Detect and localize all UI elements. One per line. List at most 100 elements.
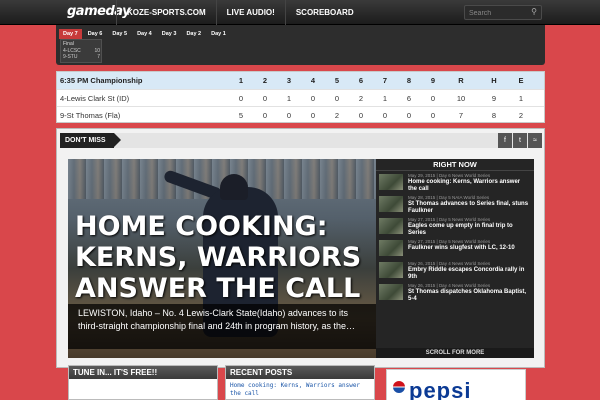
story-meta: May 28, 2015 | Day 5 NAIA World Series <box>408 195 490 200</box>
pitcher-cap <box>220 174 248 200</box>
inning-score: 0 <box>382 111 388 120</box>
mini-score-row: 9-STU 7 <box>63 54 100 60</box>
inning-score: 0 <box>310 94 316 103</box>
inning-header: 4 <box>310 76 316 85</box>
hero-headline[interactable]: HOME COOKING: KERNS, WARRIORS ANSWER THE… <box>75 211 375 304</box>
right-now-sidebar: RIGHT NOW May 29, 2015 | Day 6 News Worl… <box>376 159 534 358</box>
inning-score: 0 <box>430 94 436 103</box>
story-thumbnail[interactable] <box>379 262 403 278</box>
right-now-item[interactable]: May 27, 2015 | Day 5 News World Series E… <box>379 217 531 238</box>
hits-header: H <box>491 76 497 85</box>
search-box: ⚲ <box>464 5 542 20</box>
dont-miss-bar: DON'T MISS f t ≈ <box>60 133 542 148</box>
tab-day-1[interactable]: Day 1 <box>207 29 230 39</box>
inning-header: 3 <box>286 76 292 85</box>
inning-score: 2 <box>334 111 340 120</box>
inning-score: 2 <box>358 94 364 103</box>
featured-panel: DON'T MISS f t ≈ HOME COOKING: KERNS, WA… <box>56 128 545 368</box>
story-thumbnail[interactable] <box>379 284 403 300</box>
story-title[interactable]: St Thomas dispatches Oklahoma Baptist, 5… <box>408 289 530 303</box>
story-meta: May 26, 2015 | Day 4 News World Series <box>408 261 491 266</box>
team-row: 4-Lewis Clark St (ID) 0 0 1 0 0 2 1 6 0 10 9 1 <box>57 89 544 106</box>
game-status: Final <box>63 41 74 47</box>
story-title[interactable]: Embry Riddle escapes Concordia rally in … <box>408 267 530 281</box>
inning-header: 8 <box>406 76 412 85</box>
story-title[interactable]: St Thomas advances to Series final, stun… <box>408 201 530 215</box>
tab-day-7[interactable]: Day 7 <box>59 29 82 39</box>
errors-total: 1 <box>518 94 524 103</box>
linescore-header-row: 6:35 PM Championship 1 2 3 4 5 6 7 8 9 R… <box>57 72 544 89</box>
day-tabs: Day 7 Day 6 Day 5 Day 4 Day 3 Day 2 Day … <box>59 29 230 39</box>
team-name: 4-Lewis Clark St (ID) <box>60 94 130 103</box>
inning-header: 1 <box>238 76 244 85</box>
twitter-icon[interactable]: t <box>513 133 527 148</box>
inning-score: 0 <box>286 111 292 120</box>
pepsi-ad[interactable]: pepsi <box>386 369 526 400</box>
hits-total: 8 <box>491 111 497 120</box>
inning-header: 2 <box>262 76 268 85</box>
right-now-item[interactable]: May 27, 2015 | Day 5 News World Series F… <box>379 239 531 260</box>
story-thumbnail[interactable] <box>379 218 403 234</box>
rss-icon[interactable]: ≈ <box>528 133 542 148</box>
tab-day-6[interactable]: Day 6 <box>84 29 107 39</box>
nav-link-scoreboard[interactable]: SCOREBOARD <box>284 0 364 25</box>
tab-day-4[interactable]: Day 4 <box>133 29 156 39</box>
nav-link-koze-sports[interactable]: KOZE-SPORTS.COM <box>116 0 216 25</box>
inning-score: 0 <box>406 111 412 120</box>
inning-score: 0 <box>358 111 364 120</box>
inning-score: 0 <box>238 94 244 103</box>
story-title[interactable]: Home cooking: Kerns, Warriors answer the… <box>408 179 530 193</box>
dont-miss-label: DON'T MISS <box>60 133 121 148</box>
pepsi-globe-icon <box>393 381 405 393</box>
team-name: 9-St Thomas (Fla) <box>60 111 121 120</box>
inning-header: 7 <box>382 76 388 85</box>
story-thumbnail[interactable] <box>379 196 403 212</box>
team-row: 9-St Thomas (Fla) 5 0 0 0 2 0 0 0 0 7 8 2 <box>57 106 544 123</box>
right-now-item[interactable]: May 28, 2015 | Day 5 NAIA World Series S… <box>379 195 531 216</box>
inning-score: 1 <box>382 94 388 103</box>
nav-link-live-audio[interactable]: LIVE AUDIO! <box>215 0 285 25</box>
right-now-item[interactable]: May 26, 2015 | Day 4 News World Series E… <box>379 261 531 282</box>
hero-excerpt: LEWISTON, Idaho – No. 4 Lewis-Clark Stat… <box>68 304 376 349</box>
linescore-table: 6:35 PM Championship 1 2 3 4 5 6 7 8 9 R… <box>56 71 545 123</box>
tune-in-heading: TUNE IN... IT'S FREE!! <box>69 366 217 379</box>
inning-score: 0 <box>310 111 316 120</box>
mini-score: 7 <box>97 54 100 60</box>
tab-day-2[interactable]: Day 2 <box>182 29 205 39</box>
story-meta: May 26, 2015 | Day 4 News World Series <box>408 283 491 288</box>
search-icon[interactable]: ⚲ <box>531 7 537 16</box>
facebook-icon[interactable]: f <box>498 133 512 148</box>
inning-header: 5 <box>334 76 340 85</box>
hero-story[interactable]: HOME COOKING: KERNS, WARRIORS ANSWER THE… <box>68 159 376 358</box>
inning-score: 1 <box>286 94 292 103</box>
hits-total: 9 <box>491 94 497 103</box>
story-meta: May 27, 2015 | Day 5 News World Series <box>408 239 491 244</box>
runs-total: 10 <box>456 94 466 103</box>
story-thumbnail[interactable] <box>379 240 403 256</box>
story-title[interactable]: Eagles come up empty in final trip to Se… <box>408 223 530 237</box>
recent-posts-heading: RECENT POSTS <box>226 366 374 379</box>
search-input[interactable] <box>469 8 527 18</box>
inning-score: 0 <box>430 111 436 120</box>
runs-header: R <box>458 76 464 85</box>
scroll-for-more-button[interactable]: SCROLL FOR MORE <box>376 348 534 358</box>
recent-posts-widget: RECENT POSTS Home cooking: Kerns, Warrio… <box>225 365 375 400</box>
inning-score: 0 <box>262 94 268 103</box>
recent-post-link[interactable]: Home cooking: Kerns, Warriors answer the… <box>226 379 374 400</box>
story-title[interactable]: Faulkner wins slugfest with LC, 12-10 <box>408 245 530 252</box>
game-score-box[interactable]: Final 4-LCSC 10 9-STU 7 <box>60 39 102 63</box>
tab-day-5[interactable]: Day 5 <box>108 29 131 39</box>
inning-score: 5 <box>238 111 244 120</box>
game-title: 6:35 PM Championship <box>60 76 143 85</box>
tune-in-widget: TUNE IN... IT'S FREE!! <box>68 365 218 400</box>
inning-score: 0 <box>262 111 268 120</box>
tab-day-3[interactable]: Day 3 <box>158 29 181 39</box>
inning-score: 6 <box>406 94 412 103</box>
inning-header: 9 <box>430 76 436 85</box>
runs-total: 7 <box>458 111 464 120</box>
inning-header: 6 <box>358 76 364 85</box>
main-nav: KOZE-SPORTS.COM LIVE AUDIO! SCOREBOARD <box>116 0 364 25</box>
story-thumbnail[interactable] <box>379 174 403 190</box>
right-now-item[interactable]: May 29, 2015 | Day 6 News World Series H… <box>379 173 531 194</box>
right-now-item[interactable]: May 26, 2015 | Day 4 News World Series S… <box>379 283 531 304</box>
